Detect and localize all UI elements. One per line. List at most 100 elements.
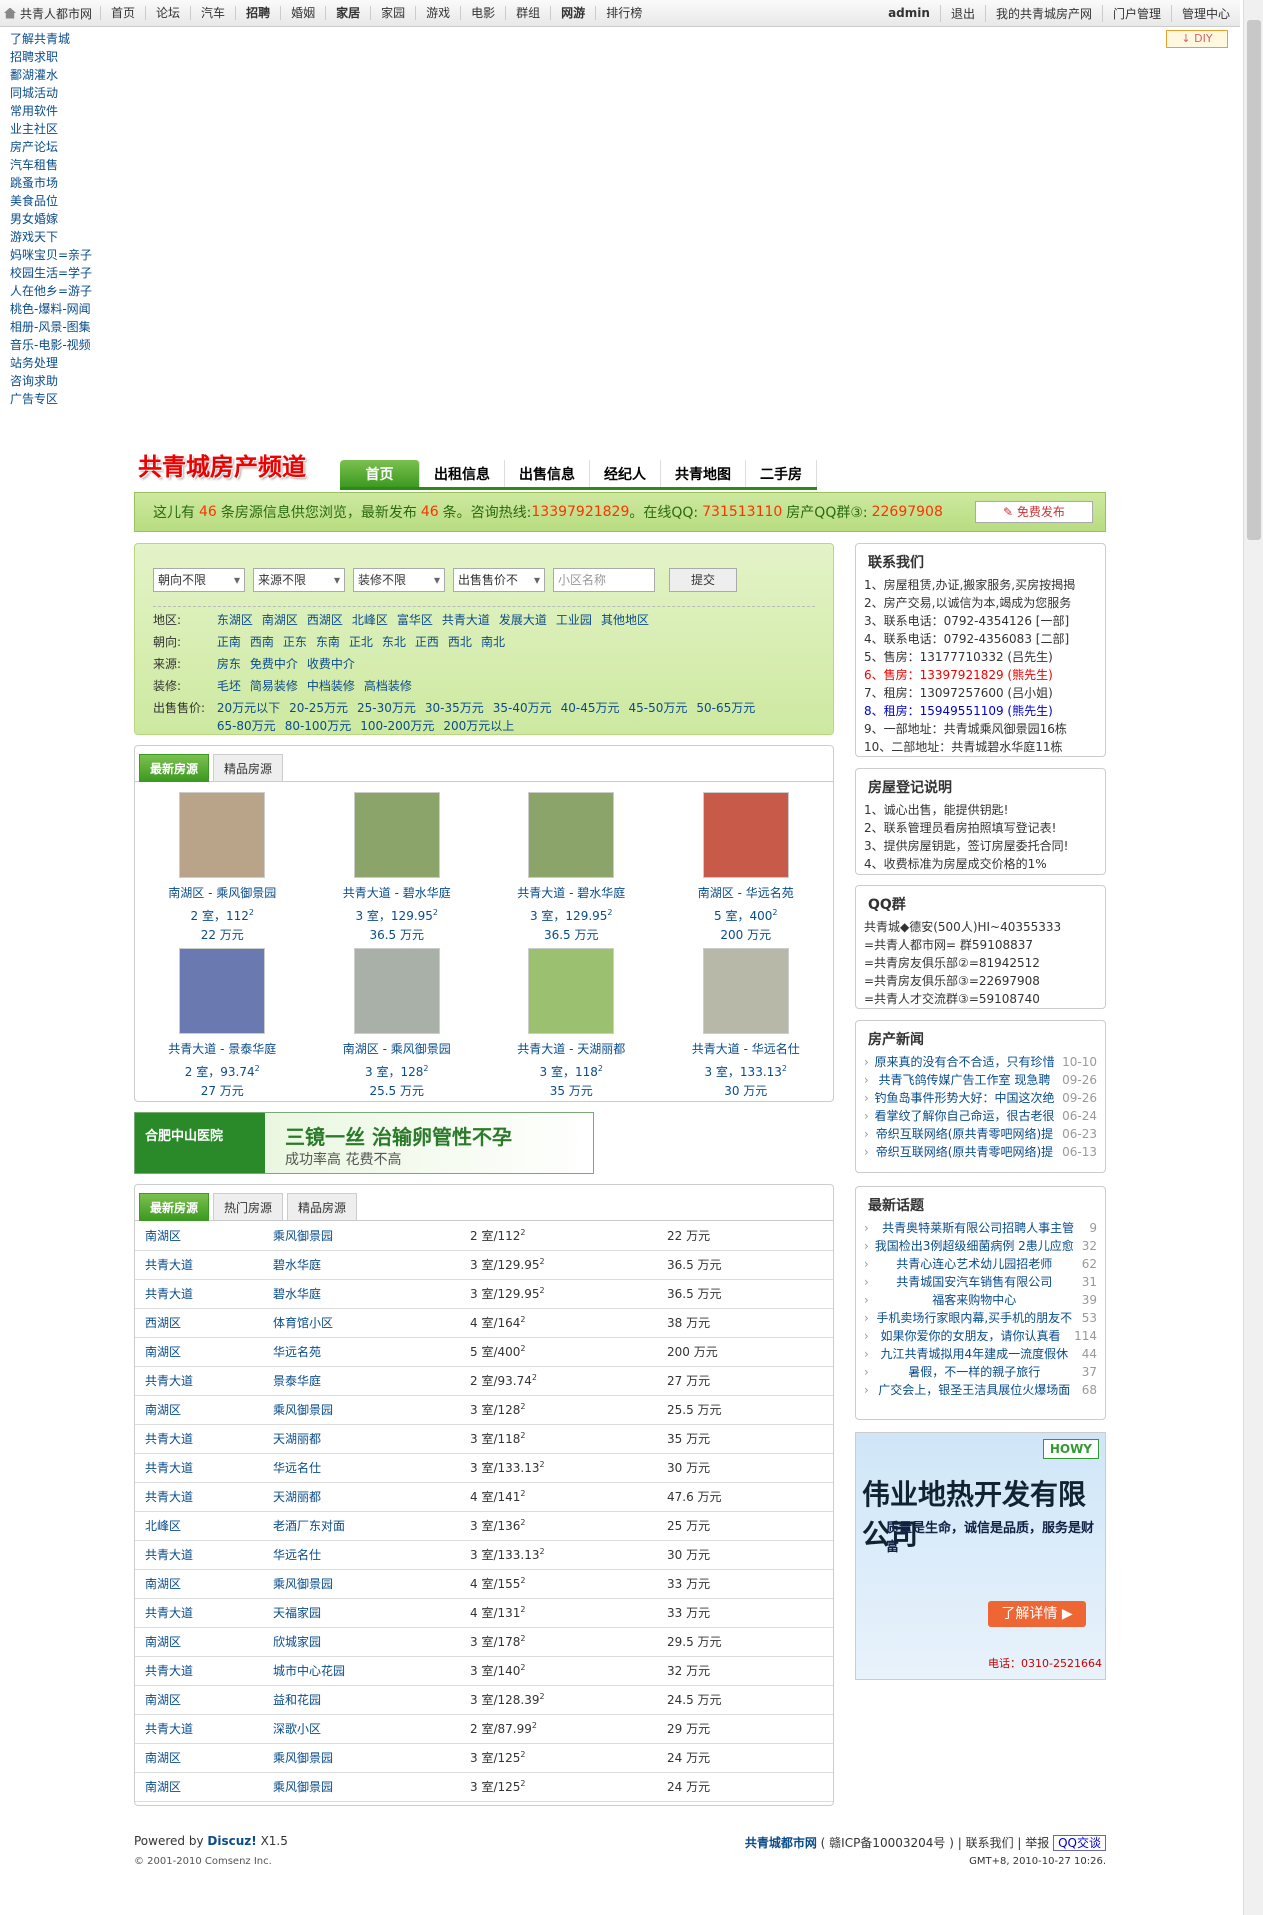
table-row[interactable]: 南湖区 益和花园 3 室/128.392 24.5 万元 <box>135 1685 833 1715</box>
table-row[interactable]: 共青大道 碧水华庭 3 室/129.952 36.5 万元 <box>135 1279 833 1309</box>
news-item[interactable]: 钓鱼岛事件形势大好：中国这次绝 09-26 <box>864 1089 1097 1107</box>
admin-center-link[interactable]: 管理中心 <box>1170 4 1240 22</box>
topic-title-link[interactable]: 九江共青城拟用4年建成一流度假休 <box>880 1345 1068 1363</box>
filter-option[interactable]: 20-25万元 <box>289 699 348 717</box>
main-tab[interactable]: 出租信息 <box>420 460 505 487</box>
filter-option[interactable]: 正北 <box>349 633 373 651</box>
listing-photo[interactable] <box>702 948 789 1034</box>
site-home-link[interactable]: 共青人都市网 <box>0 5 100 22</box>
filter-option[interactable]: 正东 <box>283 633 307 651</box>
community-cell[interactable]: 乘风御景园 <box>263 1743 460 1773</box>
community-cell[interactable]: 益和花园 <box>263 1685 460 1715</box>
top-nav-item[interactable]: 招聘 <box>235 6 280 20</box>
filter-option[interactable]: 100-200万元 <box>360 717 434 735</box>
qq-chat-button[interactable]: QQ交谈 <box>1053 1835 1106 1851</box>
main-tab[interactable]: 首页 <box>340 460 420 487</box>
district[interactable]: 南湖区 <box>145 1780 181 1794</box>
district-cell[interactable]: 共青大道 <box>135 1453 263 1483</box>
featured-tab[interactable]: 精品房源 <box>213 754 284 782</box>
filter-option[interactable]: 房东 <box>217 655 241 673</box>
community[interactable]: 乘风御景园 <box>273 1780 333 1794</box>
topic-item[interactable]: 福客来购物中心 39 <box>864 1291 1097 1309</box>
filter-option[interactable]: 东北 <box>382 633 406 651</box>
community-cell[interactable]: 城市中心花园 <box>263 1656 460 1686</box>
side-link[interactable]: 鄱湖灌水 <box>10 66 92 84</box>
filter-option[interactable]: 50-65万元 <box>696 699 755 717</box>
community[interactable]: 华远名仕 <box>273 1461 321 1475</box>
top-nav-item[interactable]: 排行榜 <box>595 6 652 20</box>
topic-item[interactable]: 暑假，不一样的親子旅行 37 <box>864 1363 1097 1381</box>
filter-option[interactable]: 30-35万元 <box>425 699 484 717</box>
listing-title[interactable]: 共青大道 - 华远名仕 <box>659 1040 834 1059</box>
district-cell[interactable]: 共青大道 <box>135 1598 263 1628</box>
side-link[interactable]: 音乐-电影-视频 <box>10 336 92 354</box>
district-cell[interactable]: 南湖区 <box>135 1627 263 1657</box>
main-tab[interactable]: 二手房 <box>746 460 817 487</box>
news-title-link[interactable]: 帝织互联网络(原共青零吧网络)提 <box>876 1143 1053 1161</box>
community[interactable]: 乘风御景园 <box>273 1229 333 1243</box>
featured-tab[interactable]: 最新房源 <box>139 754 210 782</box>
district[interactable]: 北峰区 <box>145 1519 181 1533</box>
listing-title[interactable]: 南湖区 - 乘风御景园 <box>310 1040 485 1059</box>
community-cell[interactable]: 老酒厂东对面 <box>263 1511 460 1541</box>
table-row[interactable]: 共青大道 城市中心花园 3 室/1402 32 万元 <box>135 1656 833 1686</box>
filter-option[interactable]: 正西 <box>415 633 439 651</box>
community-cell[interactable]: 碧水华庭 <box>263 1250 460 1280</box>
district-cell[interactable]: 北峰区 <box>135 1511 263 1541</box>
table-row[interactable]: 共青大道 天福家园 4 室/1312 33 万元 <box>135 1598 833 1628</box>
filter-option[interactable]: 高档装修 <box>364 677 412 695</box>
filter-select[interactable]: 朝向不限 <box>153 568 245 592</box>
top-nav-item[interactable]: 网游 <box>550 6 595 20</box>
community[interactable]: 景泰华庭 <box>273 1374 321 1388</box>
table-row[interactable]: 南湖区 乘风御景园 2 室/1122 22 万元 <box>135 1221 833 1251</box>
diy-button[interactable]: ↓ DIY <box>1166 30 1228 48</box>
list-tab[interactable]: 精品房源 <box>287 1193 358 1221</box>
community[interactable]: 城市中心花园 <box>273 1664 345 1678</box>
news-title-link[interactable]: 看掌纹了解你自己命运，很古老很 <box>874 1107 1054 1125</box>
community[interactable]: 体育馆小区 <box>273 1316 333 1330</box>
hospital-ad-banner[interactable]: 合肥中山医院 三镜一丝 治输卵管性不孕 成功率高 花费不高 <box>134 1112 594 1174</box>
district[interactable]: 共青大道 <box>145 1548 193 1562</box>
side-link[interactable]: 跳蚤市场 <box>10 174 92 192</box>
district-cell[interactable]: 共青大道 <box>135 1482 263 1512</box>
district[interactable]: 共青大道 <box>145 1490 193 1504</box>
topic-item[interactable]: 共青奥特莱斯有限公司招聘人事主管 9 <box>864 1219 1097 1237</box>
topic-item[interactable]: 我国检出3例超级细菌病例 2患儿应愈 32 <box>864 1237 1097 1255</box>
news-title-link[interactable]: 钓鱼岛事件形势大好：中国这次绝 <box>874 1089 1054 1107</box>
community-cell[interactable]: 华远名苑 <box>263 1337 460 1367</box>
community[interactable]: 乘风御景园 <box>273 1403 333 1417</box>
district-cell[interactable]: 共青大道 <box>135 1424 263 1454</box>
district-cell[interactable]: 南湖区 <box>135 1772 263 1802</box>
district[interactable]: 南湖区 <box>145 1403 181 1417</box>
filter-option[interactable]: 免费中介 <box>250 655 298 673</box>
side-link[interactable]: 校园生活=学子 <box>10 264 92 282</box>
filter-option[interactable]: 35-40万元 <box>493 699 552 717</box>
community-cell[interactable]: 天湖丽都 <box>263 1482 460 1512</box>
side-link[interactable]: 同城活动 <box>10 84 92 102</box>
topic-item[interactable]: 如果你爱你的女朋友，请你认真看 114 <box>864 1327 1097 1345</box>
side-link[interactable]: 广告专区 <box>10 390 92 408</box>
community-cell[interactable]: 欣城家园 <box>263 1627 460 1657</box>
district[interactable]: 共青大道 <box>145 1461 193 1475</box>
listing-card[interactable]: 共青大道 - 景泰华庭 2 室，93.742 27 万元 <box>135 948 310 1104</box>
side-link[interactable]: 咨询求助 <box>10 372 92 390</box>
community-cell[interactable]: 乘风御景园 <box>263 1772 460 1802</box>
filter-option[interactable]: 200万元以上 <box>443 717 514 735</box>
table-row[interactable]: 南湖区 华远名苑 5 室/4002 200 万元 <box>135 1337 833 1367</box>
portal-admin-link[interactable]: 门户管理 <box>1101 4 1171 22</box>
community[interactable]: 乘风御景园 <box>273 1577 333 1591</box>
filter-option[interactable]: 25-30万元 <box>357 699 416 717</box>
filter-select[interactable]: 装修不限 <box>353 568 445 592</box>
district-cell[interactable]: 共青大道 <box>135 1366 263 1396</box>
news-title-link[interactable]: 帝织互联网络(原共青零吧网络)提 <box>876 1125 1053 1143</box>
community[interactable]: 碧水华庭 <box>273 1258 321 1272</box>
district-cell[interactable]: 共青大道 <box>135 1540 263 1570</box>
district[interactable]: 共青大道 <box>145 1258 193 1272</box>
table-row[interactable]: 共青大道 天湖丽都 3 室/1182 35 万元 <box>135 1424 833 1454</box>
filter-option[interactable]: 东南 <box>316 633 340 651</box>
community[interactable]: 天湖丽都 <box>273 1432 321 1446</box>
side-link[interactable]: 常用软件 <box>10 102 92 120</box>
filter-select[interactable]: 出售售价不 <box>453 568 545 592</box>
top-nav-item[interactable]: 首页 <box>100 6 145 20</box>
district[interactable]: 共青大道 <box>145 1287 193 1301</box>
